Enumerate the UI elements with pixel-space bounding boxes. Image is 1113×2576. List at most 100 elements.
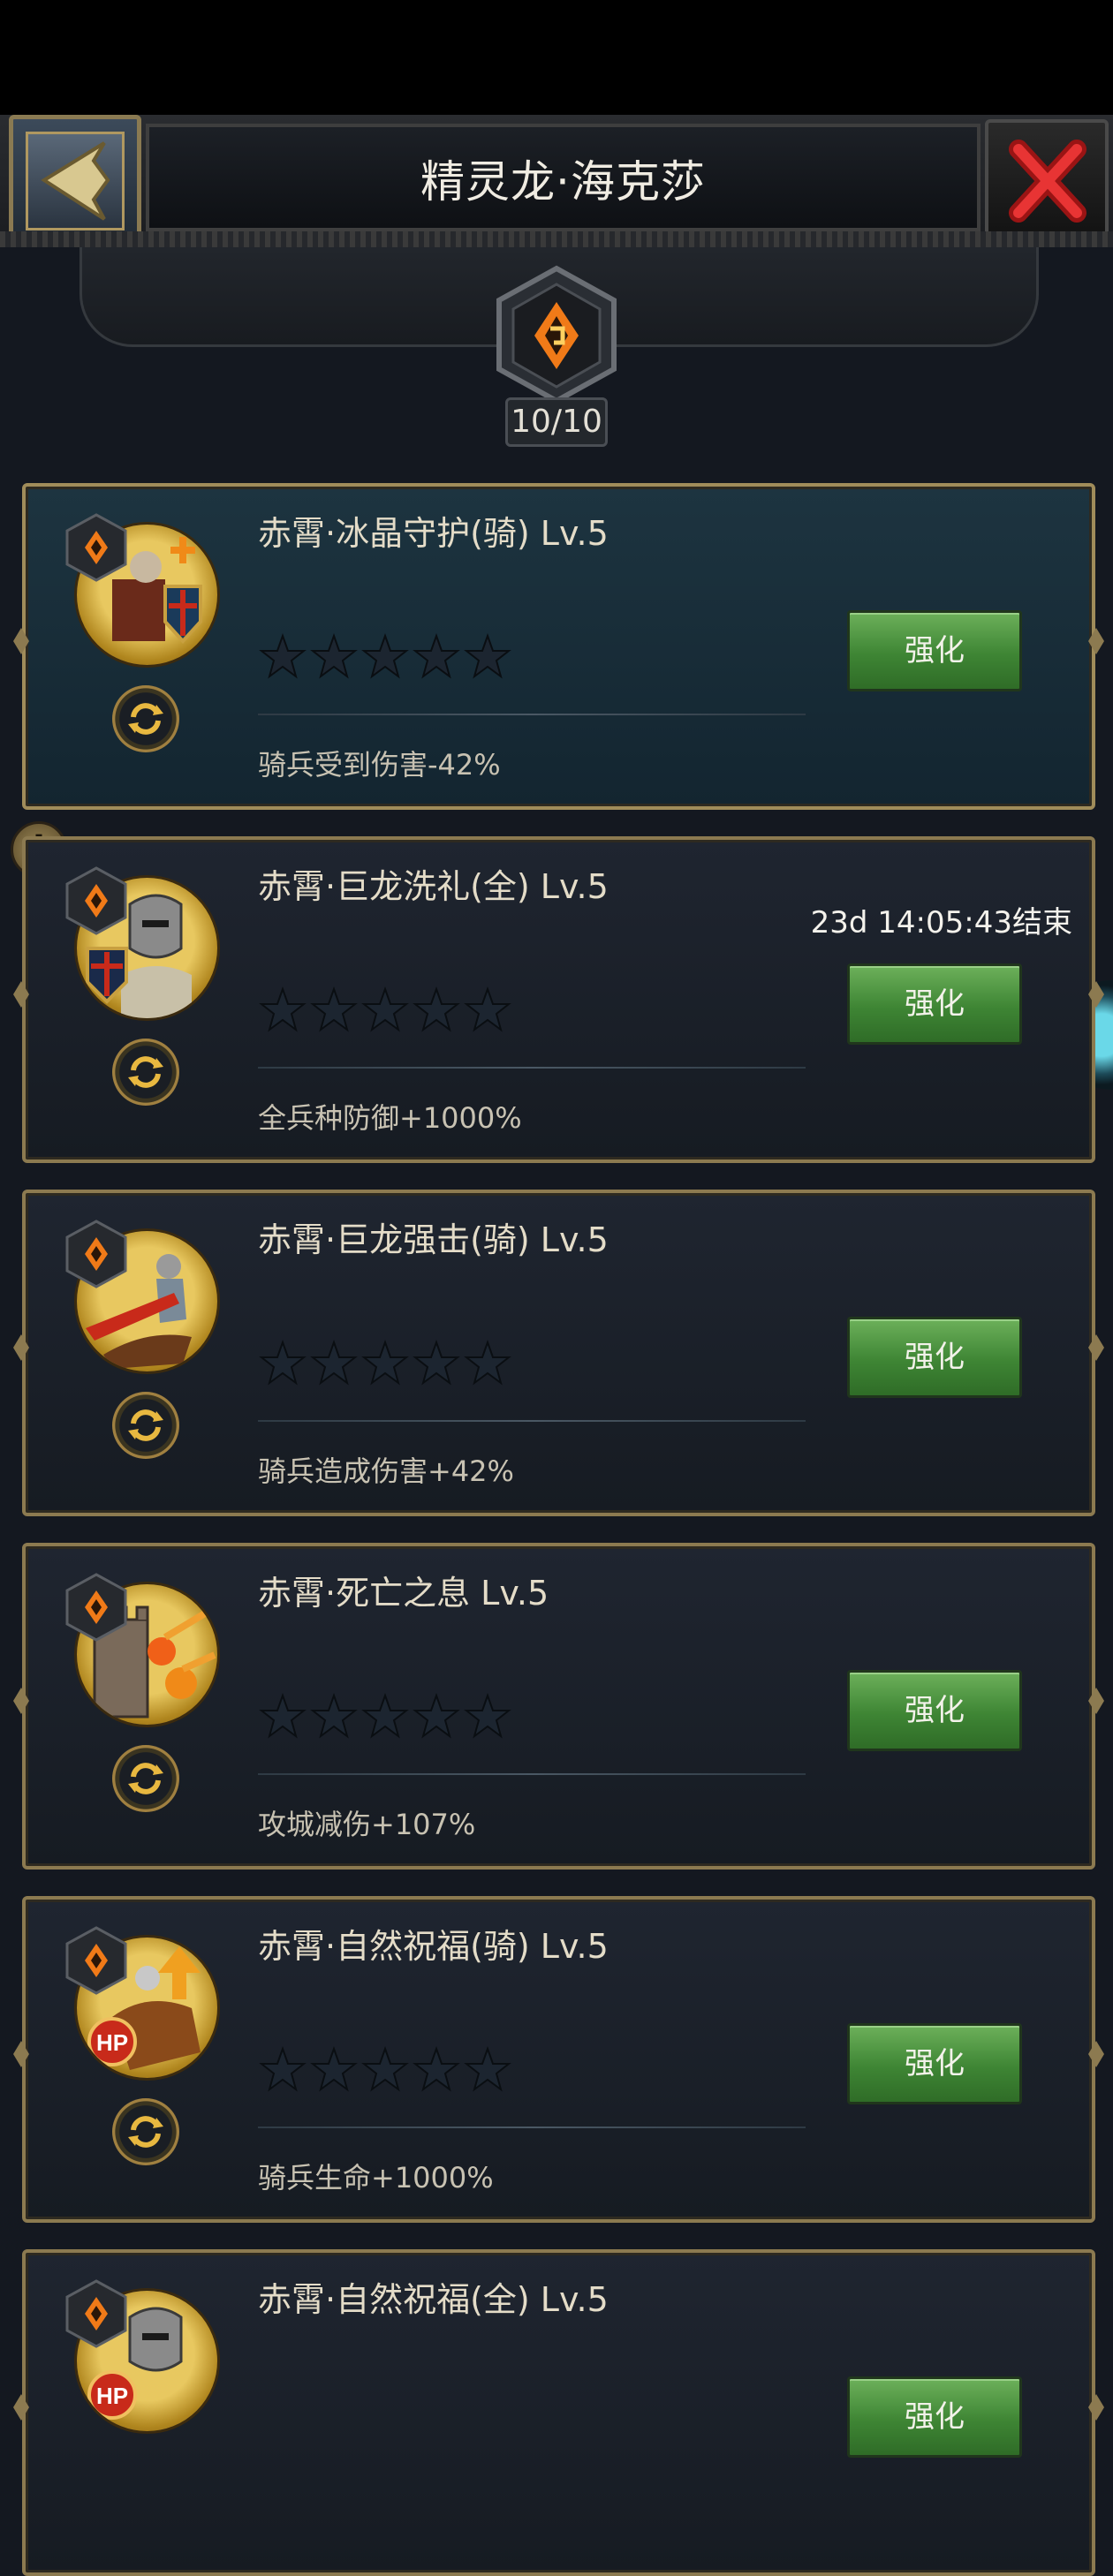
card-side-ornament xyxy=(1088,2394,1104,2421)
star-icon xyxy=(464,632,511,679)
card-side-ornament xyxy=(13,628,29,654)
skill-name: 赤霄·巨龙强击(骑) Lv.5 xyxy=(258,1220,609,1259)
rune-hex-icon xyxy=(65,2279,127,2348)
star-icon xyxy=(413,1339,460,1386)
refresh-icon xyxy=(128,1763,163,1794)
star-icon xyxy=(464,2045,511,2092)
star-icon xyxy=(259,1339,307,1386)
refresh-icon xyxy=(128,1056,163,1088)
card-side-ornament xyxy=(1088,1334,1104,1361)
card-side-ornament xyxy=(1088,628,1104,654)
star-icon xyxy=(259,986,307,1032)
skill-effect: 骑兵造成伤害+42% xyxy=(258,1454,514,1488)
refresh-skill-button[interactable] xyxy=(112,1745,179,1812)
refresh-icon xyxy=(128,1409,163,1441)
rune-hex-icon xyxy=(65,513,127,582)
star-icon xyxy=(259,2045,307,2092)
page-title: 精灵龙·海克莎 xyxy=(420,156,706,208)
star-icon xyxy=(259,1692,307,1739)
title-bar: 精灵龙·海克莎 xyxy=(146,124,980,231)
skill-name: 赤霄·冰晶守护(骑) Lv.5 xyxy=(258,514,609,553)
star-icon xyxy=(310,1692,358,1739)
refresh-skill-button[interactable] xyxy=(112,685,179,752)
card-side-ornament xyxy=(13,2394,29,2421)
star-rating xyxy=(258,1692,512,1741)
skill-card: HP 赤霄·自然祝福(骑) Lv.5 强化 骑兵生命+1000% xyxy=(13,1896,1104,2223)
enhance-button[interactable]: 强化 xyxy=(847,1670,1022,1751)
refresh-skill-button[interactable] xyxy=(112,1039,179,1106)
star-icon xyxy=(464,986,511,1032)
star-icon xyxy=(464,1339,511,1386)
skill-card: 赤霄·死亡之息 Lv.5 强化 攻城减伤+107% xyxy=(13,1543,1104,1870)
refresh-icon xyxy=(128,703,163,735)
star-rating xyxy=(258,2045,512,2095)
enhance-button[interactable]: 强化 xyxy=(847,2376,1022,2458)
skill-effect: 攻城减伤+107% xyxy=(258,1808,476,1841)
refresh-skill-button[interactable] xyxy=(112,1392,179,1459)
enhance-button[interactable]: 强化 xyxy=(847,963,1022,1045)
card-side-ornament xyxy=(13,1334,29,1361)
divider xyxy=(258,1067,806,1069)
status-bar xyxy=(0,0,1113,115)
enhance-button[interactable]: 强化 xyxy=(847,2023,1022,2104)
rune-badge xyxy=(492,265,621,406)
skill-card: 赤霄·冰晶守护(骑) Lv.5 强化 骑兵受到伤害-42% xyxy=(13,483,1104,810)
star-rating xyxy=(258,986,512,1035)
refresh-icon xyxy=(128,2116,163,2148)
star-icon xyxy=(259,632,307,679)
skill-name: 赤霄·死亡之息 Lv.5 xyxy=(258,1574,549,1613)
skill-card: 赤霄·巨龙洗礼(全) Lv.5 23d 14:05:43结束 强化 全兵种防御+… xyxy=(13,836,1104,1163)
skill-effect: 全兵种防御+1000% xyxy=(258,1101,522,1135)
skill-effect: 骑兵生命+1000% xyxy=(258,2161,494,2195)
star-icon xyxy=(310,1339,358,1386)
star-icon xyxy=(361,1692,409,1739)
refresh-skill-button[interactable] xyxy=(112,2098,179,2165)
close-x-icon xyxy=(1009,140,1086,223)
card-side-ornament xyxy=(13,2041,29,2067)
skill-effect: 骑兵受到伤害-42% xyxy=(258,748,501,782)
skill-name: 赤霄·自然祝福(骑) Lv.5 xyxy=(258,1927,609,1966)
rune-hex-icon xyxy=(65,1573,127,1642)
star-icon xyxy=(361,986,409,1032)
star-icon xyxy=(361,1339,409,1386)
divider xyxy=(258,1420,806,1422)
card-side-ornament xyxy=(13,1688,29,1714)
divider xyxy=(258,714,806,715)
back-button-frame xyxy=(26,132,125,230)
rune-hex-icon xyxy=(65,866,127,935)
divider xyxy=(258,2127,806,2128)
rune-count: 10/10 xyxy=(505,397,608,447)
card-side-ornament xyxy=(13,981,29,1008)
back-button[interactable] xyxy=(9,115,141,247)
skill-card: HP 赤霄·自然祝福(全) Lv.5 强化 xyxy=(13,2249,1104,2576)
star-rating xyxy=(258,632,512,682)
star-icon xyxy=(361,2045,409,2092)
star-icon xyxy=(310,986,358,1032)
star-icon xyxy=(361,632,409,679)
enhance-button[interactable]: 强化 xyxy=(847,610,1022,691)
card-side-ornament xyxy=(1088,1688,1104,1714)
enhance-button[interactable]: 强化 xyxy=(847,1317,1022,1398)
star-icon xyxy=(310,632,358,679)
svg-text:HP: HP xyxy=(96,2383,128,2409)
divider xyxy=(258,1773,806,1775)
flame-rune-icon xyxy=(496,265,617,404)
star-rating xyxy=(258,1339,512,1388)
star-icon xyxy=(464,1692,511,1739)
star-icon xyxy=(413,986,460,1032)
back-arrow-icon xyxy=(41,141,110,221)
skill-name: 赤霄·巨龙洗礼(全) Lv.5 xyxy=(258,867,609,906)
skill-name: 赤霄·自然祝福(全) Lv.5 xyxy=(258,2280,609,2319)
skill-card: 赤霄·巨龙强击(骑) Lv.5 强化 骑兵造成伤害+42% xyxy=(13,1190,1104,1516)
star-icon xyxy=(413,632,460,679)
card-side-ornament xyxy=(1088,2041,1104,2067)
svg-text:HP: HP xyxy=(96,2029,128,2056)
rune-hex-icon xyxy=(65,1220,127,1288)
star-icon xyxy=(413,1692,460,1739)
header-trim xyxy=(0,231,1113,247)
close-button[interactable] xyxy=(985,119,1109,243)
star-icon xyxy=(310,2045,358,2092)
rune-hex-icon xyxy=(65,1926,127,1995)
star-icon xyxy=(413,2045,460,2092)
expiry-timer: 23d 14:05:43结束 xyxy=(810,905,1072,941)
